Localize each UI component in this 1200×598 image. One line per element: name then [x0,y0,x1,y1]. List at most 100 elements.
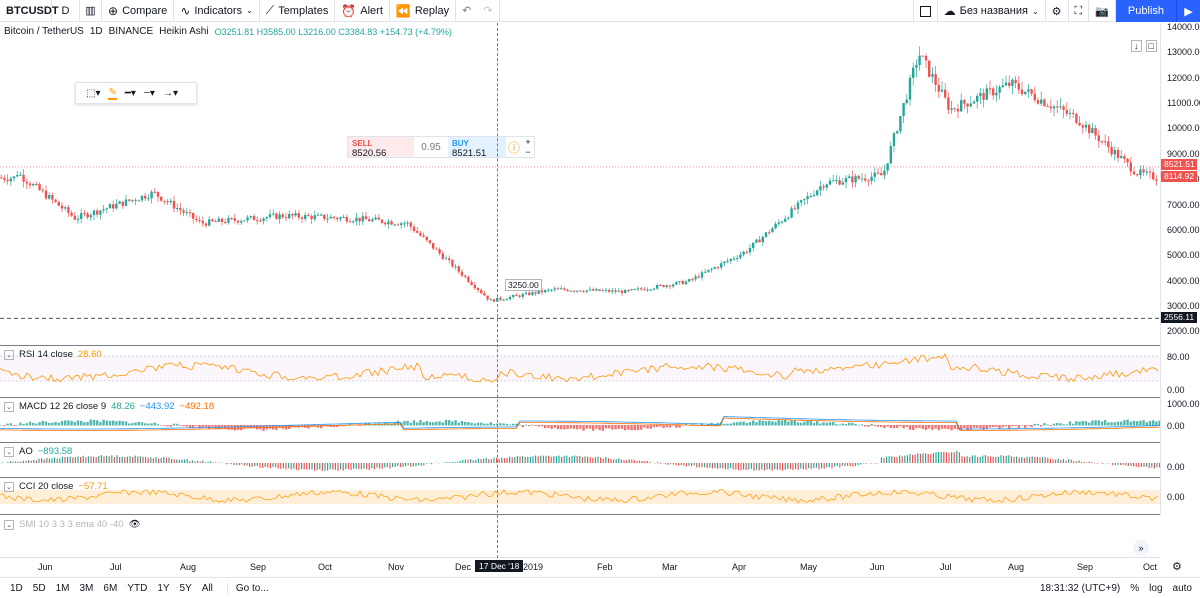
candle-body [467,276,470,282]
candle-body [336,217,339,220]
price-scale[interactable]: 14000.00 13000.00 12000.00 11000.00 10000.00… [1160,22,1200,346]
candle-body [131,199,134,201]
price-scale-label: 11000.00 [1167,98,1200,109]
candle-body [611,290,614,292]
macd-bar [803,421,806,426]
minus-icon[interactable]: − [525,147,530,157]
scroll-to-end-button[interactable]: » [1133,540,1149,556]
macd-bar [1004,425,1008,427]
replay-button[interactable]: ⏪ Replay [390,0,457,22]
legend-interval: 1D [89,26,103,37]
candle-body [739,254,742,258]
range-button[interactable]: 6M [103,583,117,594]
main-chart-pane[interactable]: Bitcoin / TetherUS 1D BINANCE Heikin Ash… [0,23,1160,346]
smi-pane[interactable]: ⌄ SMI 10 3 3 3 ema 40 -40 👁 » [0,515,1160,558]
macd-bar [768,420,771,426]
line-style-icon[interactable]: ━▾ [125,88,136,99]
macd-bar [944,425,947,429]
eye-hidden-icon[interactable]: 👁 [129,519,141,530]
candle-body [617,290,620,292]
macd-bar [1084,421,1088,426]
sell-button[interactable]: SELL 8520.56 [348,137,414,159]
candle-body [44,190,48,199]
alert-button[interactable]: ⏰ Alert [335,0,390,22]
range-button[interactable]: All [202,583,213,594]
range-button[interactable]: 1M [56,583,70,594]
publish-video-button[interactable]: ▶ [1176,0,1200,22]
selection-icon[interactable]: ⬚▾ [86,88,100,99]
pencil-icon[interactable]: ✎ [108,87,117,100]
goto-button[interactable]: Go to... [226,582,269,594]
macd-pane[interactable]: ⌄ MACD 12 26 close 9 48.26 −443.92 −492.18 [0,398,1160,443]
bottom-toolbar: 1D 5D 1M 3M 6M YTD 1Y 5Y All Go to... 18:31:32 (… [0,577,1200,598]
cci-pane[interactable]: ⌄ CCI 20 close −57.71 [0,478,1160,515]
time-axis-settings[interactable]: ⚙ [1172,560,1182,573]
candle-body [300,217,304,219]
download-icon[interactable]: ↓ [1131,40,1142,52]
candle-body [860,178,864,180]
bar-style-button[interactable]: ▥ [80,0,102,22]
price-scale-label: 2000.00 [1167,326,1200,337]
log-toggle[interactable]: log [1149,583,1162,594]
price-chart[interactable] [0,23,1160,345]
macd-bar [723,423,726,426]
collapse-icon[interactable]: ⌄ [4,481,14,492]
range-button[interactable]: 1Y [157,583,169,594]
candle-body [281,214,284,218]
candle-body [390,221,393,225]
layout-name-button[interactable]: ☁ Без названия ⌄ [938,0,1046,22]
drawing-toolbar[interactable]: ⬚▾ ✎ ━▾ ┄▾ →▾ [75,82,197,104]
range-button[interactable]: 3M [80,583,94,594]
publish-button[interactable]: Publish [1115,0,1176,22]
fullscreen-button[interactable]: ⛶ [1069,0,1090,22]
info-icon[interactable]: ⓘ [506,137,522,157]
maximize-icon[interactable]: □ [1145,40,1157,52]
candle-body [956,108,960,112]
range-button[interactable]: YTD [127,583,147,594]
compare-button[interactable]: ⊕ Compare [102,0,175,22]
fullscreen-toggle[interactable] [912,0,938,22]
plus-icon[interactable]: + [525,137,530,147]
candle-body [870,176,873,181]
macd-bar [540,425,544,427]
range-button[interactable]: 5D [33,583,46,594]
macd-bar [553,425,556,428]
auto-toggle[interactable]: auto [1173,583,1192,594]
collapse-icon[interactable]: ⌄ [4,349,14,360]
macd-bar [1107,422,1110,426]
collapse-icon[interactable]: ⌄ [4,519,14,530]
range-button[interactable]: 5Y [180,583,192,594]
cci-chart [0,489,1160,504]
interval-button[interactable]: D [52,0,80,22]
indicators-button[interactable]: ∿ Indicators ⌄ [174,0,260,22]
settings-button[interactable]: ⚙ [1046,0,1069,22]
templates-button[interactable]: ⟋ Templates [260,0,336,22]
macd-bar [464,421,467,426]
macd-bar [233,425,236,431]
line-dash-icon[interactable]: ┄▾ [144,88,155,99]
arrow-line-icon[interactable]: →▾ [163,88,178,99]
rsi-pane[interactable]: ⌄ RSI 14 close 28.60 [0,346,1160,398]
candle-body [480,290,483,294]
percent-toggle[interactable]: % [1130,583,1139,594]
candle-body [972,101,976,104]
snapshot-button[interactable]: 📷 [1089,0,1116,22]
undo-button[interactable]: ↶ [456,0,477,22]
symbol-search[interactable]: BTCUSDT [0,0,59,22]
candle-body [742,251,745,255]
ao-pane[interactable]: ⌄ AO −893.58 [0,443,1160,478]
time-axis[interactable]: Jun Jul Aug Sep Oct Nov Dec 2019 Feb Mar Apr May Jun… [0,558,1160,575]
macd-bar [569,425,572,429]
candle-body [716,267,720,269]
candle-body [560,288,563,290]
range-button[interactable]: 1D [10,583,23,594]
candle-body [361,216,364,222]
redo-button[interactable]: ↷ [477,0,500,22]
collapse-icon[interactable]: ⌄ [4,401,14,412]
macd-bar [182,425,185,427]
macd-bar [844,423,848,426]
macd-bar [560,425,563,430]
macd-bar [841,423,844,426]
candle-body [966,103,969,107]
collapse-icon[interactable]: ⌄ [4,446,14,457]
